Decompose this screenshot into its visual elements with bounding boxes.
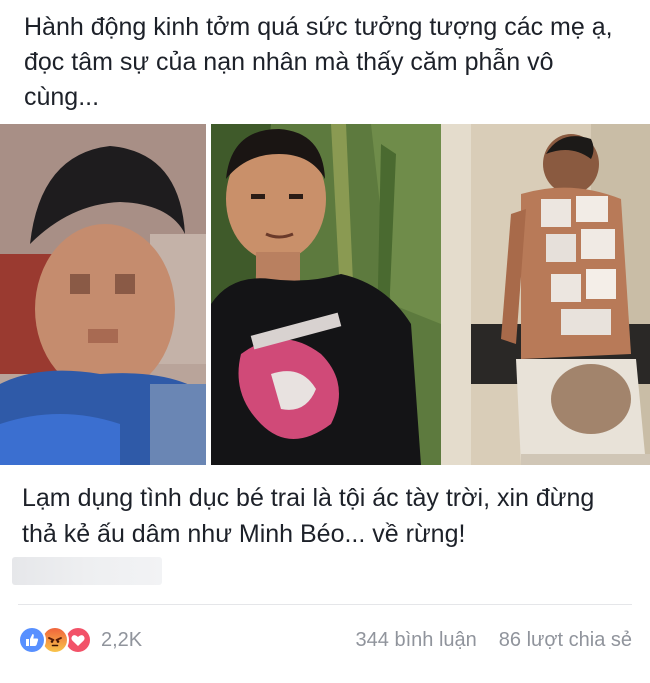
post-footer: 2,2K 344 bình luận 86 lượt chia sẻ [18,624,632,656]
share-count[interactable]: 86 lượt chia sẻ [499,629,632,652]
blurred-source-caption [12,557,162,585]
link-preview-image[interactable] [0,124,650,465]
post-text: Hành động kinh tởm quá sức tưởng tượng c… [24,13,613,111]
photo-victim-back [441,124,650,465]
like-icon [18,626,46,654]
reactions-summary[interactable] [18,626,92,654]
reaction-count[interactable]: 2,2K [101,629,142,652]
comment-count[interactable]: 344 bình luận [356,629,477,652]
divider [18,604,632,605]
photo-man [211,124,441,465]
link-title[interactable]: Lạm dụng tình dục bé trai là tội ác tày … [22,480,630,552]
photo-blurred-boy [0,124,206,465]
